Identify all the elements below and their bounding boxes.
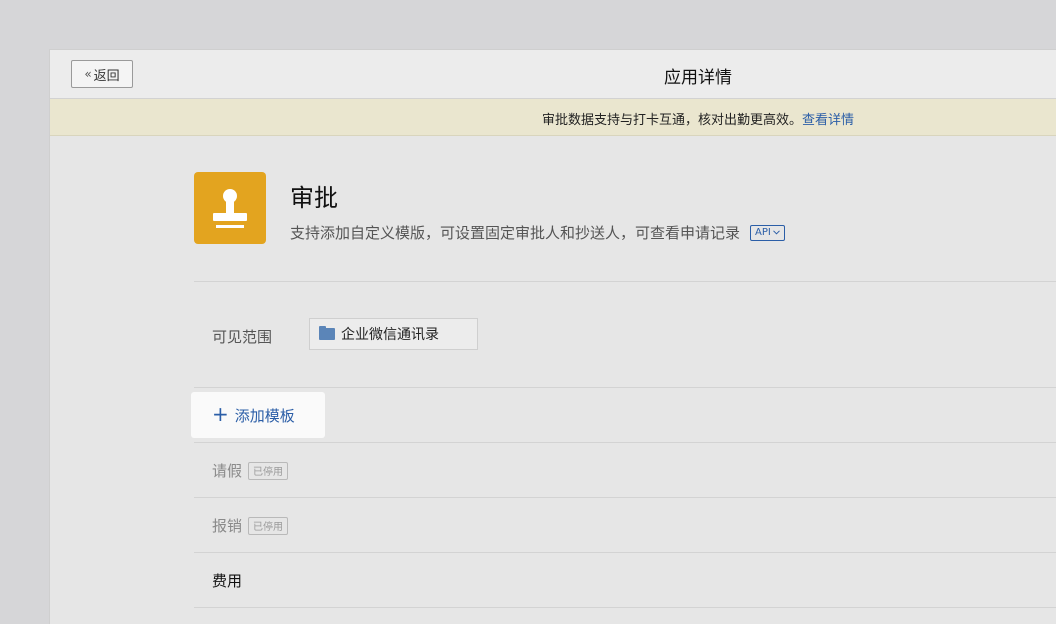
notice-content: 审批数据支持与打卡互通，核对出勤更高效。查看详情 <box>50 109 1056 128</box>
status-badge: 已停用 <box>248 516 289 535</box>
status-badge: 已停用 <box>248 461 289 480</box>
add-template-label: 添加模板 <box>234 406 295 425</box>
visibility-label: 可见范围 <box>212 328 273 346</box>
app-name: 审批 <box>290 184 338 212</box>
app-description: 支持添加自定义模版，可设置固定审批人和抄送人，可查看申请记录 <box>290 224 741 242</box>
visibility-scope-selector[interactable]: 企业微信通讯录 <box>309 318 478 350</box>
chevron-down-icon <box>772 227 780 238</box>
stamp-icon <box>194 172 266 244</box>
divider <box>194 387 1056 388</box>
visibility-scope-value: 企业微信通讯录 <box>341 327 439 343</box>
folder-icon <box>319 326 335 340</box>
divider <box>194 281 1056 282</box>
page-title: 应用详情 <box>664 68 732 88</box>
template-row-leave[interactable]: 请假 已停用 <box>194 443 1056 498</box>
api-badge-label: API <box>755 227 771 238</box>
template-row-expense[interactable]: 费用 <box>194 553 1056 608</box>
add-template-button[interactable]: + 添加模板 <box>191 392 325 438</box>
template-name: 请假 <box>212 462 243 480</box>
notice-view-details-link[interactable]: 查看详情 <box>802 113 854 128</box>
title-bar: « 返回 应用详情 <box>50 50 1056 99</box>
template-row-reimbursement[interactable]: 报销 已停用 <box>194 498 1056 553</box>
app-description-line: 支持添加自定义模版，可设置固定审批人和抄送人，可查看申请记录 API <box>290 222 785 243</box>
api-badge[interactable]: API <box>750 224 785 241</box>
plus-icon: + <box>212 402 229 426</box>
divider <box>194 607 1056 608</box>
notice-text: 审批数据支持与打卡互通，核对出勤更高效。 <box>541 113 802 128</box>
template-name: 费用 <box>212 572 243 590</box>
template-name: 报销 <box>212 517 243 535</box>
app-detail-panel: « 返回 应用详情 审批数据支持与打卡互通，核对出勤更高效。查看详情 审批 支持… <box>49 49 1056 624</box>
notice-banner: 审批数据支持与打卡互通，核对出勤更高效。查看详情 <box>50 99 1056 136</box>
